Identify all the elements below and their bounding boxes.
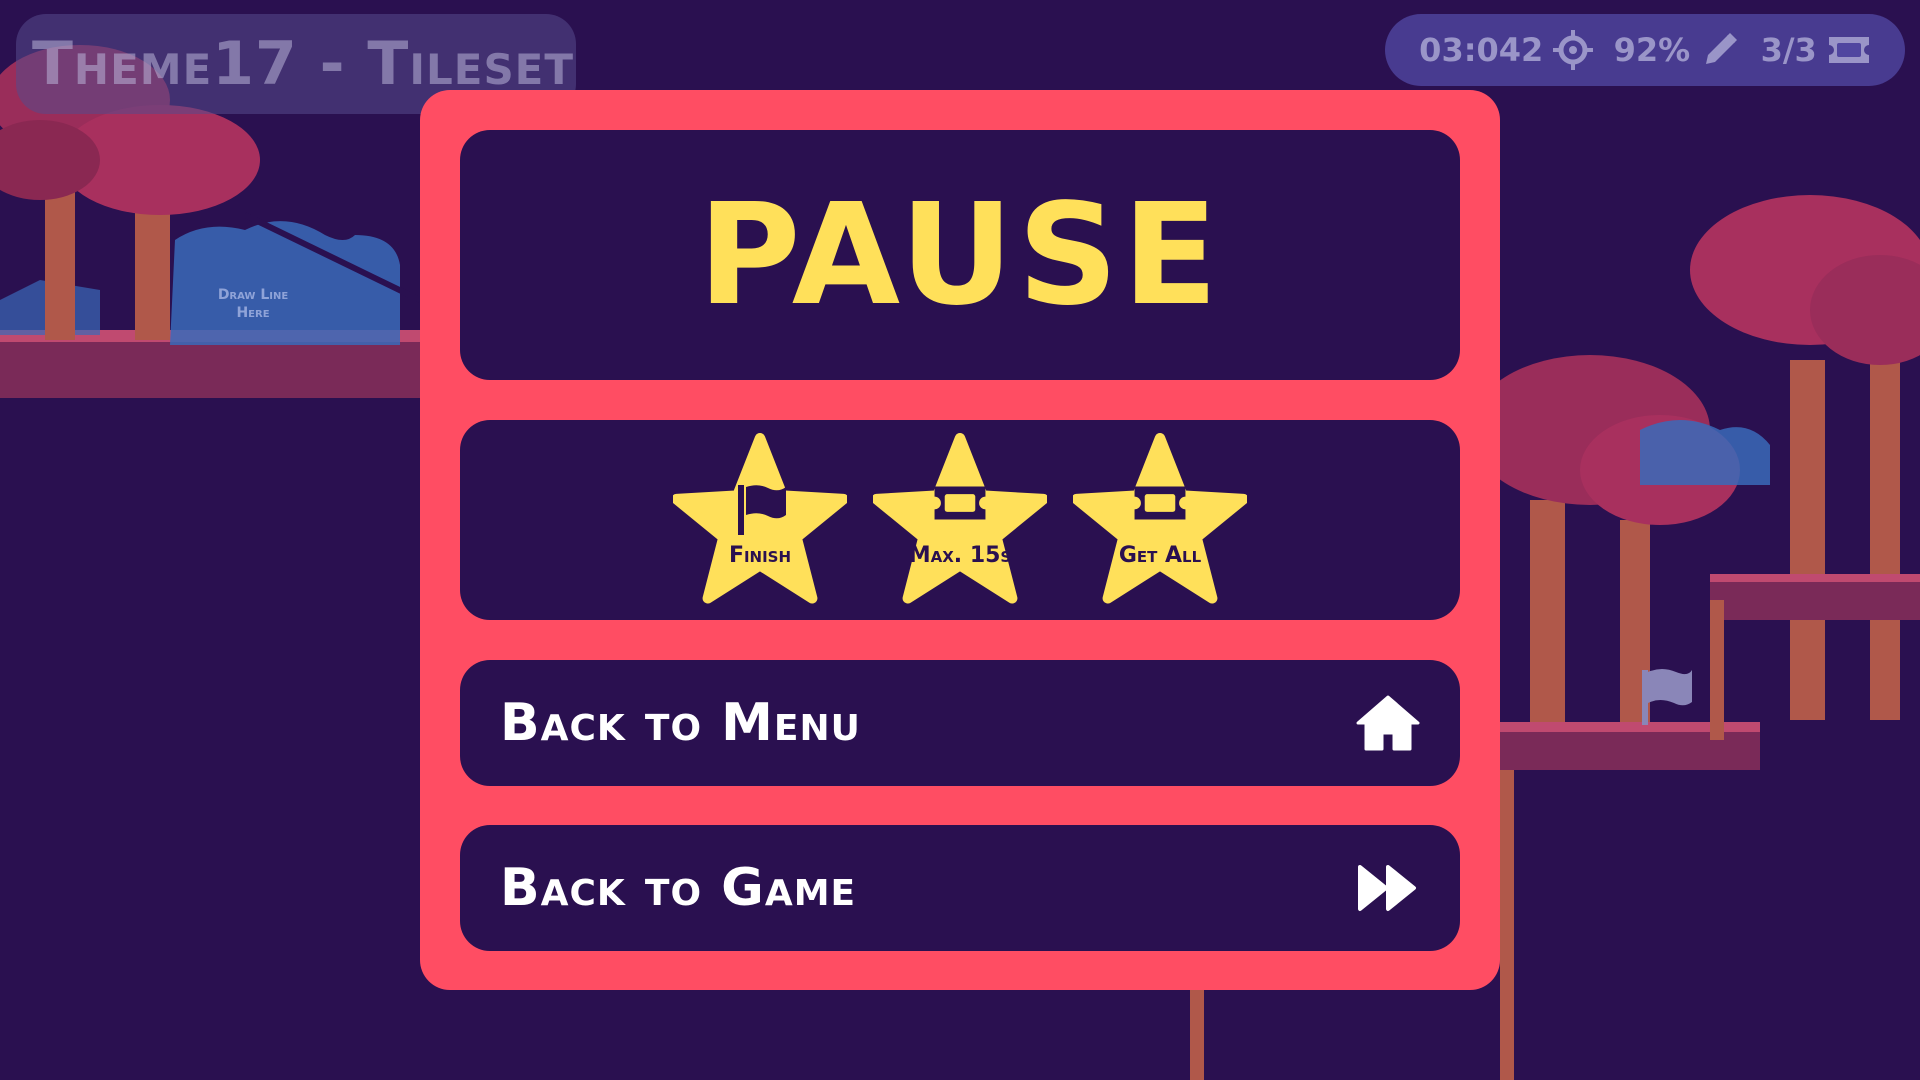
pencil-icon (1706, 33, 1738, 64)
level-title: Theme17 - Tileset (32, 29, 575, 99)
timer-value: 03:042 (1419, 31, 1544, 69)
accuracy-value: 92% (1613, 31, 1691, 69)
pause-title: PAUSE (698, 173, 1222, 337)
ticket-icon (934, 486, 986, 520)
crosshair-icon (1553, 30, 1594, 70)
back-to-menu-button[interactable]: Back to Menu (460, 660, 1460, 786)
back-to-menu-label: Back to Menu (500, 693, 861, 753)
star-label: Max. 15s (908, 543, 1012, 568)
hint-line2: Here (236, 305, 270, 321)
left-ledge (0, 338, 420, 398)
objective-star-finish: Finish (673, 433, 847, 607)
pause-title-panel: PAUSE (460, 130, 1460, 380)
bush (170, 221, 400, 345)
ticket-icon (1134, 486, 1186, 520)
objective-star-collect: Get All (1073, 433, 1247, 607)
fast-forward-icon (1358, 865, 1416, 911)
flag-icon (738, 485, 786, 535)
home-icon (1356, 695, 1420, 751)
tickets-stat: 3/3 (1761, 31, 1871, 69)
star-label: Get All (1118, 543, 1202, 568)
ticket-icon (1828, 37, 1869, 63)
star-label: Finish (728, 543, 792, 568)
objectives-panel: Finish Max. 15s Get All (460, 420, 1460, 620)
objective-star-time: Max. 15s (873, 433, 1047, 607)
accuracy-stat: 92% (1614, 30, 1741, 70)
pause-dialog: PAUSE Finish Max. 15s Get All Back to Me… (420, 90, 1500, 990)
hud-stats-bar: 03:042 92% 3/3 (1385, 14, 1905, 86)
back-to-game-label: Back to Game (500, 858, 857, 918)
tickets-value: 3/3 (1760, 31, 1817, 69)
hint-line1: Draw Line (217, 287, 289, 303)
back-to-game-button[interactable]: Back to Game (460, 825, 1460, 951)
draw-line-hint: Draw Line Here (208, 286, 298, 322)
timer-stat: 03:042 (1419, 30, 1594, 70)
